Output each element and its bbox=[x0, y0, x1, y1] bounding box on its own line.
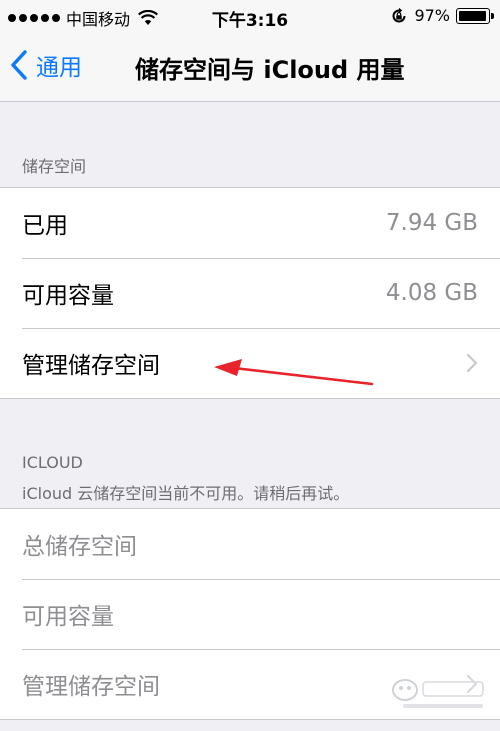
red-arrow-icon bbox=[214, 359, 374, 386]
status-bar: 中国移动 下午3:16 97% bbox=[0, 0, 500, 34]
back-label: 通用 bbox=[36, 55, 82, 81]
available-value: 4.08 GB bbox=[385, 280, 478, 306]
icloud-available-row: 可用容量 bbox=[0, 579, 500, 649]
available-label: 可用容量 bbox=[22, 283, 114, 309]
back-chevron-icon bbox=[11, 50, 27, 80]
icloud-total-row: 总储存空间 bbox=[0, 509, 500, 579]
rotation-lock-icon bbox=[392, 7, 406, 22]
status-right: 97% bbox=[390, 6, 494, 25]
manage-storage-label: 管理储存空间 bbox=[22, 353, 160, 379]
available-row: 可用容量 4.08 GB bbox=[0, 258, 500, 328]
used-row: 已用 7.94 GB bbox=[0, 188, 500, 258]
battery-percent: 97% bbox=[414, 6, 450, 25]
icloud-manage-label: 管理储存空间 bbox=[22, 674, 160, 700]
battery-icon bbox=[456, 7, 494, 24]
screen: 中国移动 下午3:16 97% 通用 储存空间与 iCloud 用量 储存空间 … bbox=[0, 0, 500, 731]
watermark-logo bbox=[392, 679, 484, 708]
navigation-bar: 通用 储存空间与 iCloud 用量 bbox=[0, 34, 500, 102]
icloud-total-label: 总储存空间 bbox=[22, 534, 137, 560]
used-value: 7.94 GB bbox=[385, 210, 478, 236]
back-button[interactable]: 通用 bbox=[10, 48, 82, 82]
storage-section-header: 储存空间 bbox=[22, 157, 87, 176]
icloud-section-header: ICLOUD bbox=[22, 453, 83, 472]
icloud-unavailable-message: iCloud 云储存空间当前不可用。请稍后再试。 bbox=[22, 484, 350, 503]
chevron-right-icon bbox=[466, 353, 478, 373]
used-label: 已用 bbox=[22, 213, 68, 239]
icloud-available-label: 可用容量 bbox=[22, 604, 114, 630]
page-title: 储存空间与 iCloud 用量 bbox=[135, 56, 405, 84]
